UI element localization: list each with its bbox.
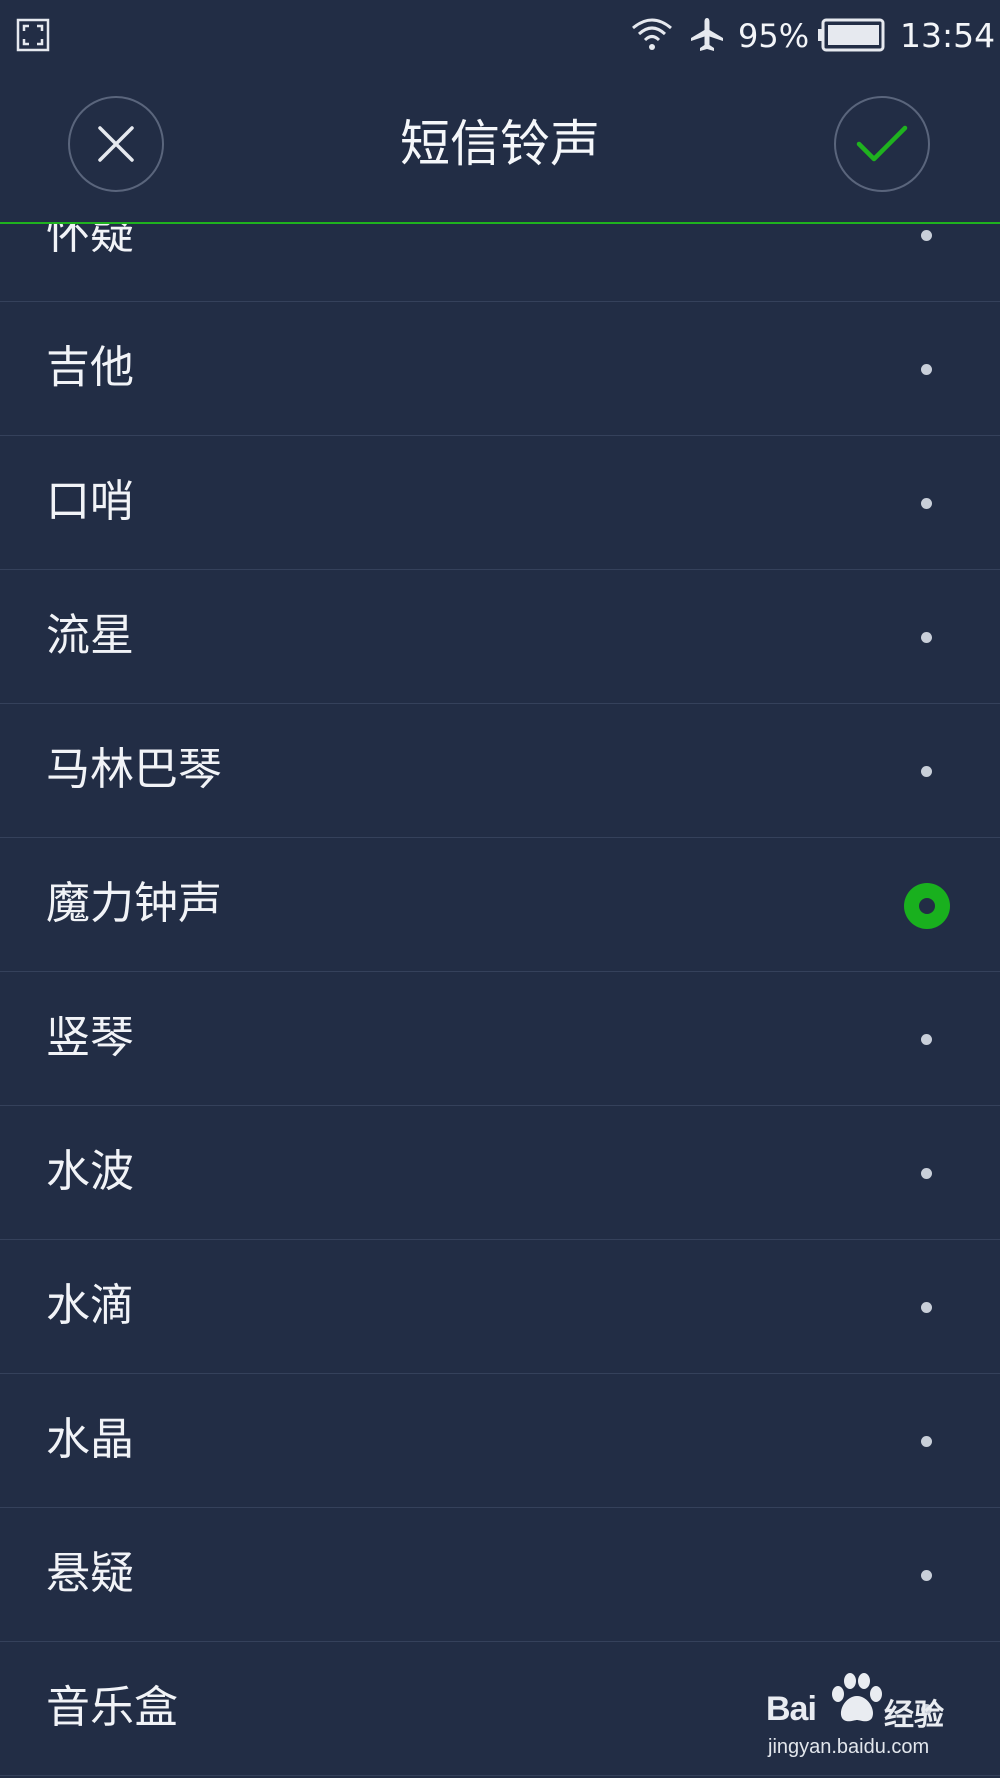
ringtone-label: 音乐盒 bbox=[46, 1682, 178, 1733]
ringtone-label: 水滴 bbox=[46, 1280, 134, 1331]
radio-unselected-icon[interactable] bbox=[921, 1168, 932, 1179]
radio-unselected-icon[interactable] bbox=[921, 1034, 932, 1045]
watermark-suffix: 经验 bbox=[884, 1698, 944, 1733]
ringtone-item[interactable]: 水滴 bbox=[0, 1240, 1000, 1374]
watermark-brand: Bai bbox=[766, 1690, 817, 1728]
watermark-url: jingyan.baidu.com bbox=[768, 1736, 930, 1758]
header-divider bbox=[0, 222, 1000, 224]
ringtone-item[interactable]: 马林巴琴 bbox=[0, 704, 1000, 838]
ringtone-item[interactable]: 水波 bbox=[0, 1106, 1000, 1240]
ringtone-item[interactable]: 水晶 bbox=[0, 1374, 1000, 1508]
ringtone-item[interactable]: 竖琴 bbox=[0, 972, 1000, 1106]
ringtone-label: 吉他 bbox=[46, 342, 134, 393]
screen: 95% 13:54 短信铃声 怀疑 吉他 口哨 流星 马林巴琴 魔力钟声 竖琴 水波 水滴 水晶悬… bbox=[0, 0, 1000, 1778]
battery-percent: 95% bbox=[738, 17, 810, 55]
radio-unselected-icon[interactable] bbox=[921, 364, 932, 375]
ringtone-item[interactable]: 悬疑 bbox=[0, 1508, 1000, 1642]
ringtone-label: 流星 bbox=[46, 610, 134, 661]
radio-unselected-icon[interactable] bbox=[921, 230, 932, 241]
radio-unselected-icon[interactable] bbox=[921, 498, 932, 509]
radio-selected-icon[interactable] bbox=[904, 883, 950, 929]
ringtone-label: 水晶 bbox=[46, 1414, 134, 1465]
ringtone-label: 马林巴琴 bbox=[46, 744, 222, 795]
battery-icon bbox=[818, 18, 885, 52]
confirm-button[interactable] bbox=[834, 96, 930, 192]
screenshot-frame-icon bbox=[16, 18, 50, 52]
ringtone-list: 怀疑 吉他 口哨 流星 马林巴琴 魔力钟声 竖琴 水波 水滴 水晶 悬疑 音乐盒 bbox=[0, 168, 1000, 1776]
airplane-mode-icon bbox=[691, 18, 723, 51]
ringtone-item[interactable]: 魔力钟声 bbox=[0, 838, 1000, 972]
radio-unselected-icon[interactable] bbox=[921, 1570, 932, 1581]
ringtone-label: 水波 bbox=[46, 1146, 134, 1197]
baidu-jingyan-watermark: Bai 经验 jingyan.baidu.com bbox=[760, 1668, 960, 1768]
ringtone-label: 悬疑 bbox=[46, 1548, 134, 1599]
paw-icon bbox=[832, 1673, 882, 1722]
check-icon bbox=[856, 125, 908, 162]
ringtone-label: 竖琴 bbox=[46, 1012, 134, 1063]
radio-unselected-icon[interactable] bbox=[921, 766, 932, 777]
ringtone-item[interactable]: 吉他 bbox=[0, 302, 1000, 436]
radio-inner-dot bbox=[919, 898, 935, 914]
wifi-icon bbox=[632, 18, 672, 50]
status-bar: 95% 13:54 bbox=[0, 0, 1000, 72]
ringtone-item[interactable]: 流星 bbox=[0, 570, 1000, 704]
radio-unselected-icon[interactable] bbox=[921, 1436, 932, 1447]
ringtone-label: 口哨 bbox=[46, 476, 134, 527]
ringtone-item[interactable]: 口哨 bbox=[0, 436, 1000, 570]
clock: 13:54 bbox=[900, 16, 996, 55]
app-header: 短信铃声 bbox=[0, 72, 1000, 224]
radio-unselected-icon[interactable] bbox=[921, 632, 932, 643]
radio-unselected-icon[interactable] bbox=[921, 1302, 932, 1313]
ringtone-label: 魔力钟声 bbox=[46, 878, 222, 929]
